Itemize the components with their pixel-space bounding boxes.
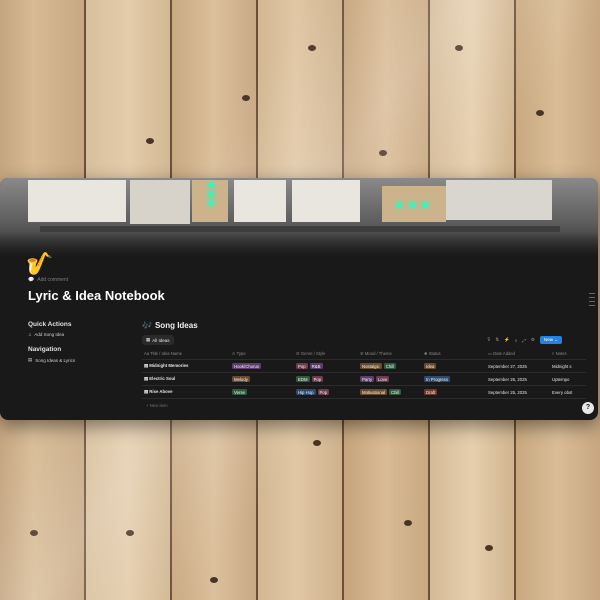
new-item-label: New item: [149, 403, 168, 408]
tag-badge: Idea: [424, 363, 437, 369]
column-header-notes[interactable]: ≡ Notes: [550, 348, 586, 360]
tag-badge: Love: [376, 376, 390, 382]
cell-notes[interactable]: Every obst: [550, 385, 586, 399]
new-button-label: New: [543, 337, 553, 342]
expand-icon[interactable]: ⤢: [522, 338, 526, 343]
page-title[interactable]: Lyric & Idea Notebook: [28, 288, 165, 303]
settings-icon[interactable]: ⚙: [531, 337, 535, 343]
column-header-mood[interactable]: ☰ Mood / Theme: [358, 348, 422, 360]
music-notes-icon: 🎶: [142, 321, 152, 330]
tag-badge: Nostalgic: [360, 363, 382, 369]
cell-title[interactable]: ▤ Rise Above: [142, 385, 230, 399]
tag-badge: In Progress: [424, 376, 450, 382]
view-tab-label: All Ideas: [152, 337, 170, 343]
nav-link-song-ideas[interactable]: ▤ Song Ideas & Lyrics: [28, 357, 128, 363]
new-item-row[interactable]: + New item: [142, 399, 598, 408]
tag-badge: Pop: [311, 376, 324, 382]
cell-genre[interactable]: EDM Pop: [294, 372, 358, 386]
sort-icon[interactable]: ⇅: [495, 337, 499, 343]
song-ideas-table: Aa Title / Idea Name ⊙ Type ☰ Genre / St…: [142, 348, 586, 399]
row-title: Midnight Memories: [149, 363, 189, 368]
cell-date[interactable]: September 25, 2025: [486, 385, 550, 399]
quick-action-label: Add Song Idea: [34, 332, 65, 337]
help-button[interactable]: ?: [582, 402, 594, 414]
tag-badge: Motivational: [360, 389, 387, 395]
tag-badge: Draft: [424, 389, 438, 395]
cell-mood[interactable]: Party Love: [358, 372, 422, 386]
cell-title[interactable]: ▤ Midnight Memories: [142, 359, 230, 373]
table-view-icon: ▦: [146, 337, 151, 342]
comment-icon: 💬: [28, 277, 35, 283]
database-icon: ▤: [28, 357, 33, 362]
tag-badge: Pop: [317, 389, 330, 395]
database-tools: ⊽ ⇅ ⚡ ⌕ ⤢ ⚙ New ⌄: [487, 336, 562, 344]
cell-date[interactable]: September 26, 2025: [486, 372, 550, 386]
sidebar-column: Quick Actions ♫ Add Song Idea Navigation…: [28, 321, 128, 372]
tag-badge: Chill: [383, 363, 397, 369]
row-title: Electric Soul: [149, 376, 176, 381]
view-tab-all-ideas[interactable]: ▦ All Ideas: [142, 335, 174, 345]
column-header-title[interactable]: Aa Title / Idea Name: [142, 348, 230, 360]
tag-badge: Party: [360, 376, 375, 382]
cell-notes[interactable]: Midnight s: [550, 359, 586, 373]
column-header-type[interactable]: ⊙ Type: [230, 348, 294, 360]
table-row[interactable]: ▤ Midnight Memories Hook/Chorus Pop R&B Nost…: [142, 359, 586, 373]
tag-badge: Pop: [296, 363, 308, 369]
column-header-date[interactable]: ▭ Date Added: [486, 348, 550, 360]
tag-badge: R&B: [309, 363, 323, 369]
music-note-icon: ♫: [28, 332, 32, 337]
tag-badge: Hook/Chorus: [232, 363, 262, 369]
cell-status[interactable]: Idea: [422, 359, 486, 373]
column-header-genre[interactable]: ☰ Genre / Style: [294, 348, 358, 360]
filter-icon[interactable]: ⊽: [487, 337, 490, 343]
add-comment-label: Add comment: [37, 277, 69, 283]
cell-mood[interactable]: Nostalgic Chill: [358, 359, 422, 373]
navigation-heading: Navigation: [28, 346, 62, 353]
tag-badge: Melody: [232, 376, 250, 382]
table-row[interactable]: ▤ Electric Soul Melody EDM Pop Party Love In P…: [142, 372, 586, 386]
automation-icon[interactable]: ⚡: [504, 337, 510, 343]
table-header-row: Aa Title / Idea Name ⊙ Type ☰ Genre / St…: [142, 348, 586, 360]
database-title[interactable]: 🎶 Song Ideas: [142, 321, 598, 330]
notion-page-window: 🎷 💬 Add comment Lyric & Idea Notebook Qu…: [0, 178, 598, 420]
cell-status[interactable]: Draft: [422, 385, 486, 399]
cell-date[interactable]: September 27, 2025: [486, 359, 550, 373]
page-icon[interactable]: 🎷: [26, 251, 53, 277]
table-row[interactable]: ▤ Rise Above Verse Hip Hop Pop Motivational C…: [142, 385, 586, 399]
cell-mood[interactable]: Motivational Chill: [358, 385, 422, 399]
cell-notes[interactable]: Uptempo: [550, 372, 586, 386]
database-toolbar: ▦ All Ideas ⊽ ⇅ ⚡ ⌕ ⤢ ⚙ New ⌄: [142, 335, 562, 345]
outline-indicator[interactable]: [589, 293, 595, 309]
tag-badge: Verse: [232, 389, 247, 395]
tag-badge: Hip Hop: [296, 389, 316, 395]
cell-type[interactable]: Melody: [230, 372, 294, 386]
column-header-status[interactable]: ✺ Status: [422, 348, 486, 360]
cell-status[interactable]: In Progress: [422, 372, 486, 386]
database-title-text: Song Ideas: [154, 321, 198, 330]
cell-genre[interactable]: Hip Hop Pop: [294, 385, 358, 399]
cell-type[interactable]: Verse: [230, 385, 294, 399]
cover-image: [0, 178, 598, 258]
new-item-button[interactable]: New ⌄: [539, 336, 562, 344]
search-icon[interactable]: ⌕: [515, 338, 518, 343]
quick-actions-heading: Quick Actions: [28, 321, 72, 328]
song-ideas-database: 🎶 Song Ideas ▦ All Ideas ⊽ ⇅ ⚡ ⌕ ⤢ ⚙ New…: [142, 321, 598, 408]
add-comment-button[interactable]: 💬 Add comment: [28, 277, 68, 283]
cell-type[interactable]: Hook/Chorus: [230, 359, 294, 373]
tag-badge: EDM: [296, 376, 310, 382]
quick-action-add-song-idea[interactable]: ♫ Add Song Idea: [28, 332, 128, 337]
nav-link-label: Song Ideas & Lyrics: [35, 357, 76, 363]
cell-genre[interactable]: Pop R&B: [294, 359, 358, 373]
row-title: Rise Above: [149, 389, 173, 394]
tag-badge: Chill: [388, 389, 402, 395]
cell-title[interactable]: ▤ Electric Soul: [142, 372, 230, 386]
